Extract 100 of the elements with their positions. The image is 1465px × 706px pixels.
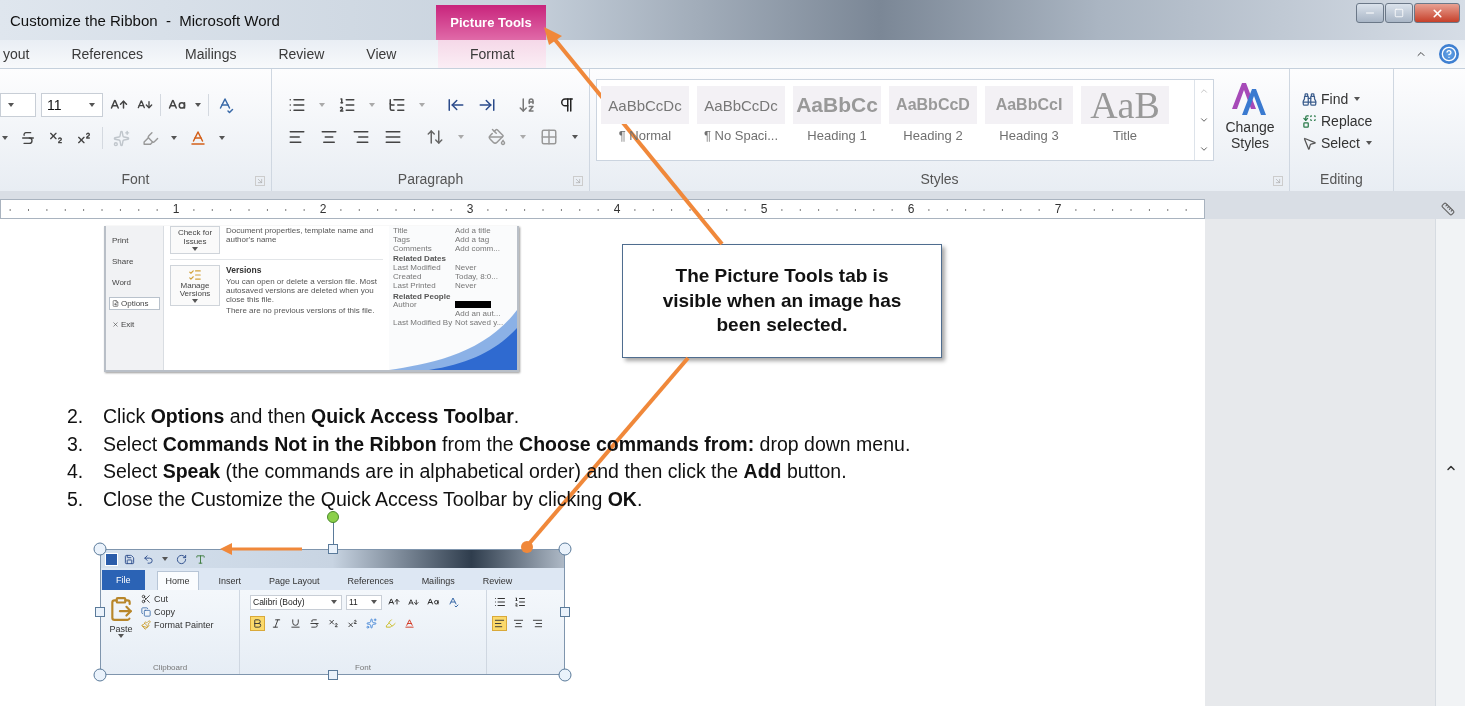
style-preview[interactable]: AaBbCcDc [601, 86, 689, 124]
align-center-icon[interactable] [320, 128, 338, 146]
check-for-issues-button[interactable]: Check for Issues [170, 226, 220, 254]
font-size-field[interactable]: 11 [41, 93, 103, 117]
ruler-toggle-icon[interactable] [1441, 202, 1455, 216]
editing-button[interactable]: Replace [1294, 113, 1389, 129]
sort-icon[interactable] [518, 96, 536, 114]
resize-handle[interactable] [560, 607, 570, 617]
ribbon-tab[interactable]: View [366, 40, 397, 68]
close-icon[interactable] [1430, 6, 1444, 20]
redo-icon[interactable] [176, 553, 187, 565]
caret-icon[interactable] [572, 135, 578, 139]
caret-icon[interactable] [2, 136, 8, 140]
clear-formatting-icon[interactable] [447, 596, 459, 608]
save-icon[interactable] [124, 553, 135, 565]
scrollbar[interactable] [1435, 219, 1465, 706]
ribbon-tab[interactable]: References [71, 40, 144, 68]
caret-icon[interactable] [162, 557, 168, 561]
font-name-field[interactable] [0, 93, 36, 117]
resize-handle[interactable] [558, 542, 572, 556]
pilcrow-icon[interactable] [558, 96, 576, 114]
style-name[interactable]: ¶ No Spaci... [703, 128, 779, 143]
backstage-nav-item[interactable]: Word [109, 276, 160, 289]
bullets-icon[interactable] [288, 96, 306, 114]
undo-icon[interactable] [143, 553, 154, 565]
style-name[interactable]: Title [1112, 128, 1138, 143]
backstage-nav-item[interactable]: Print [109, 234, 160, 247]
subscript-icon[interactable] [48, 130, 64, 146]
ribbon-tab[interactable]: Insert [210, 572, 250, 590]
style-name[interactable]: Heading 3 [999, 128, 1059, 143]
strikethrough-icon[interactable] [20, 130, 36, 146]
rotate-handle[interactable] [326, 511, 339, 523]
align-center-icon[interactable] [513, 618, 524, 629]
ribbon-tab[interactable]: References [339, 572, 402, 590]
ribbon-tab[interactable]: Home [156, 571, 199, 590]
ribbon-tab[interactable]: Mailings [413, 572, 463, 590]
resize-handle[interactable] [327, 670, 338, 680]
numbering-icon[interactable] [338, 96, 356, 114]
style-name[interactable]: Heading 1 [807, 128, 867, 143]
font-name-field[interactable]: Calibri (Body) [250, 594, 342, 610]
ribbon-tab[interactable]: File [102, 570, 145, 590]
numbering-icon[interactable] [514, 596, 526, 608]
close-button[interactable] [1414, 3, 1460, 23]
grow-font-icon[interactable] [388, 596, 400, 608]
font-color-icon[interactable] [404, 618, 415, 629]
paste-icon[interactable] [108, 596, 134, 622]
change-styles-button[interactable]: Change Styles [1218, 79, 1282, 151]
text-effects-icon[interactable] [366, 618, 377, 629]
ribbon-tab[interactable]: yout [3, 40, 30, 68]
decrease-indent-icon[interactable] [447, 96, 465, 114]
backstage-nav-item[interactable]: Share [109, 255, 160, 268]
style-name[interactable]: Heading 2 [903, 128, 963, 143]
shrink-font-icon[interactable] [408, 596, 419, 608]
editing-button[interactable]: Select [1294, 135, 1389, 151]
borders-icon[interactable] [540, 128, 558, 146]
backstage-nav-item[interactable]: Options [109, 297, 160, 310]
style-preview[interactable]: AaBbCcDc [697, 86, 785, 124]
paste-label[interactable]: Paste [109, 624, 133, 634]
superscript-icon[interactable] [347, 618, 358, 629]
align-right-icon[interactable] [352, 128, 370, 146]
scissors-icon[interactable] [141, 594, 151, 604]
copy-icon[interactable] [141, 607, 151, 617]
bullets-icon[interactable] [494, 596, 506, 608]
caret-icon[interactable] [219, 136, 225, 140]
caret-icon[interactable] [171, 136, 177, 140]
editing-button[interactable]: Find [1294, 91, 1389, 107]
backstage-nav-item[interactable]: Exit [109, 318, 160, 331]
clipboard-command[interactable]: Copy [154, 607, 175, 617]
font-color-icon[interactable] [189, 129, 207, 147]
clipboard-command[interactable]: Cut [154, 594, 168, 604]
shading-icon[interactable] [488, 128, 506, 146]
resize-handle[interactable] [95, 607, 105, 617]
ribbon-tab[interactable]: Review [474, 572, 521, 590]
highlighter-icon[interactable] [142, 129, 159, 147]
help-icon[interactable] [1441, 46, 1457, 62]
clipboard-command[interactable]: Format Painter [154, 620, 214, 630]
line-spacing-icon[interactable] [426, 128, 444, 146]
strikethrough-icon[interactable] [309, 618, 320, 629]
increase-indent-icon[interactable] [478, 96, 496, 114]
subscript-icon[interactable] [328, 618, 339, 629]
ribbon-tab[interactable]: Review [278, 40, 325, 68]
superscript-icon[interactable] [76, 130, 92, 146]
italic-icon[interactable] [271, 618, 282, 629]
ribbon-tab[interactable]: Page Layout [261, 572, 328, 590]
manage-versions-button[interactable]: Manage Versions [170, 264, 220, 307]
multilevel-list-icon[interactable] [388, 96, 406, 114]
ribbon-tab[interactable]: Mailings [185, 40, 237, 68]
justify-icon[interactable] [384, 128, 402, 146]
caret-icon[interactable] [195, 103, 201, 107]
align-left-icon[interactable] [288, 128, 306, 146]
align-right-icon[interactable] [532, 618, 543, 629]
resize-handle[interactable] [93, 542, 107, 556]
minimize-button[interactable] [1356, 3, 1384, 23]
resize-handle[interactable] [327, 544, 338, 554]
underline-icon[interactable] [290, 618, 301, 629]
more-icon[interactable] [1199, 144, 1209, 154]
maximize-button[interactable] [1385, 3, 1413, 23]
scroll-down-icon[interactable] [1199, 115, 1209, 125]
change-case-icon[interactable] [427, 596, 439, 608]
resize-handle[interactable] [93, 668, 107, 682]
